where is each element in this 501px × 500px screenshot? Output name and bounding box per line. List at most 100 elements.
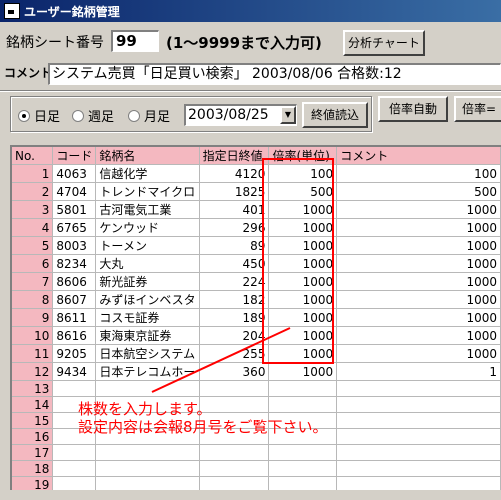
cell-code[interactable] (52, 444, 97, 461)
cell-code[interactable]: 4704 (52, 182, 97, 201)
cell-close[interactable] (199, 444, 270, 461)
cell-code[interactable]: 9434 (52, 362, 97, 381)
cell-rate[interactable]: 1000 (268, 362, 338, 381)
header-no[interactable]: No. (12, 147, 54, 165)
table-row[interactable]: 17 (12, 444, 501, 461)
cell-comment[interactable]: 1000 (336, 218, 501, 237)
cell-close[interactable]: 189 (199, 308, 270, 327)
cell-rate[interactable] (268, 444, 338, 461)
table-row[interactable]: 6 8234 大丸 450 1000 1000 (12, 254, 501, 273)
table-row[interactable]: 19 (12, 476, 501, 490)
cell-name[interactable]: 日本テレコムホー (95, 362, 200, 381)
load-close-button[interactable]: 終値読込 (302, 102, 368, 128)
cell-comment[interactable]: 1000 (336, 200, 501, 219)
radio-weekly-circle[interactable] (72, 109, 84, 122)
cell-code[interactable] (52, 460, 97, 477)
cell-name[interactable]: 日本航空システム (95, 344, 200, 363)
cell-rate[interactable] (268, 396, 338, 413)
table-row[interactable]: 10 8616 東海東京証券 204 1000 1000 (12, 326, 501, 345)
table-row[interactable]: 2 4704 トレンドマイクロ 1825 500 500 (12, 182, 501, 201)
table-row[interactable]: 3 5801 古河電気工業 401 1000 1000 (12, 200, 501, 219)
cell-code[interactable] (52, 380, 97, 397)
cell-name[interactable]: トレンドマイクロ (95, 182, 200, 201)
cell-name[interactable] (95, 444, 200, 461)
cell-close[interactable]: 255 (199, 344, 270, 363)
table-row[interactable]: 5 8003 トーメン 89 1000 1000 (12, 236, 501, 255)
table-row[interactable]: 13 (12, 380, 501, 397)
table-row[interactable]: 4 6765 ケンウッド 296 1000 1000 (12, 218, 501, 237)
cell-name[interactable]: トーメン (95, 236, 200, 255)
cell-code[interactable]: 8606 (52, 272, 97, 291)
cell-close[interactable]: 182 (199, 290, 270, 309)
cell-close[interactable] (199, 476, 270, 490)
cell-close[interactable]: 1825 (199, 182, 270, 201)
cell-name[interactable] (95, 476, 200, 490)
cell-comment[interactable]: 1000 (336, 308, 501, 327)
analysis-chart-button[interactable]: 分析チャート (343, 30, 425, 56)
radio-daily[interactable]: 日足 (18, 106, 60, 125)
cell-name[interactable] (95, 380, 200, 397)
cell-comment[interactable]: 1000 (336, 344, 501, 363)
cell-rate[interactable] (268, 380, 338, 397)
cell-comment[interactable] (336, 460, 501, 477)
window-icon[interactable] (4, 3, 20, 19)
radio-daily-circle[interactable] (18, 109, 30, 122)
cell-close[interactable]: 360 (199, 362, 270, 381)
table-row[interactable]: 1 4063 信越化学 4120 100 100 (12, 164, 501, 183)
cell-comment[interactable] (336, 428, 501, 445)
cell-code[interactable]: 8003 (52, 236, 97, 255)
cell-name[interactable]: 新光証券 (95, 272, 200, 291)
cell-code[interactable]: 8611 (52, 308, 97, 327)
header-comment[interactable]: コメント (336, 147, 501, 165)
cell-name[interactable]: 信越化学 (95, 164, 200, 183)
cell-code[interactable]: 8234 (52, 254, 97, 273)
cell-comment[interactable]: 1000 (336, 326, 501, 345)
cell-code[interactable]: 6765 (52, 218, 97, 237)
radio-monthly-circle[interactable] (128, 109, 140, 122)
cell-close[interactable]: 450 (199, 254, 270, 273)
cell-code[interactable] (52, 476, 97, 490)
table-row[interactable]: 8 8607 みずほインベスタ 182 1000 1000 (12, 290, 501, 309)
comment-input[interactable]: システム売買「日足買い検索」 2003/08/06 合格数:12 (48, 63, 501, 85)
cell-close[interactable] (199, 380, 270, 397)
table-row[interactable]: 7 8606 新光証券 224 1000 1000 (12, 272, 501, 291)
cell-comment[interactable]: 1000 (336, 254, 501, 273)
cell-close[interactable]: 204 (199, 326, 270, 345)
rate-auto-button[interactable]: 倍率自動 (378, 96, 448, 122)
cell-close[interactable]: 401 (199, 200, 270, 219)
cell-name[interactable]: 古河電気工業 (95, 200, 200, 219)
cell-close[interactable]: 224 (199, 272, 270, 291)
cell-code[interactable]: 4063 (52, 164, 97, 183)
cell-comment[interactable]: 1000 (336, 272, 501, 291)
radio-weekly[interactable]: 週足 (72, 106, 114, 125)
table-row[interactable]: 18 (12, 460, 501, 477)
chevron-down-icon[interactable]: ▼ (280, 106, 296, 124)
cell-comment[interactable] (336, 444, 501, 461)
cell-name[interactable]: 東海東京証券 (95, 326, 200, 345)
cell-close[interactable]: 89 (199, 236, 270, 255)
rate-equal-button[interactable]: 倍率= (454, 96, 501, 122)
table-row[interactable]: 9 8611 コスモ証券 189 1000 1000 (12, 308, 501, 327)
cell-rate[interactable] (268, 476, 338, 490)
cell-close[interactable]: 296 (199, 218, 270, 237)
table-row[interactable]: 12 9434 日本テレコムホー 360 1000 1 (12, 362, 501, 381)
cell-name[interactable]: コスモ証券 (95, 308, 200, 327)
cell-comment[interactable]: 500 (336, 182, 501, 201)
cell-name[interactable]: みずほインベスタ (95, 290, 200, 309)
cell-close[interactable] (199, 460, 270, 477)
cell-name[interactable] (95, 460, 200, 477)
cell-comment[interactable] (336, 396, 501, 413)
cell-comment[interactable]: 1000 (336, 236, 501, 255)
cell-name[interactable]: 大丸 (95, 254, 200, 273)
sheet-number-input[interactable]: 99 (111, 30, 159, 52)
header-code[interactable]: コード (52, 147, 97, 165)
cell-comment[interactable]: 1 (336, 362, 501, 381)
cell-close[interactable]: 4120 (199, 164, 270, 183)
cell-comment[interactable]: 1000 (336, 290, 501, 309)
table-row[interactable]: 11 9205 日本航空システム 255 1000 1000 (12, 344, 501, 363)
cell-comment[interactable] (336, 476, 501, 490)
cell-comment[interactable] (336, 412, 501, 429)
cell-code[interactable]: 9205 (52, 344, 97, 363)
cell-code[interactable]: 8607 (52, 290, 97, 309)
cell-comment[interactable]: 100 (336, 164, 501, 183)
